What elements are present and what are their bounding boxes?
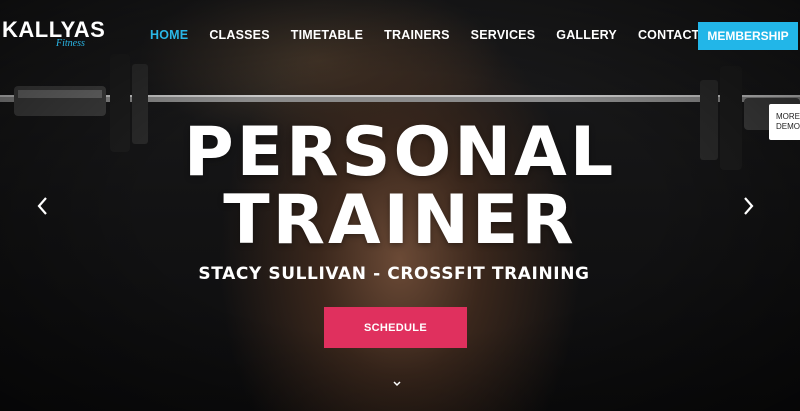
nav-item-gallery[interactable]: GALLERY bbox=[556, 28, 617, 44]
main-nav: HOME CLASSES TIMETABLE TRAINERS SERVICES… bbox=[150, 28, 742, 44]
nav-item-home[interactable]: HOME bbox=[150, 28, 188, 44]
hero-title-line2: TRAINER bbox=[223, 181, 577, 260]
nav-item-classes[interactable]: CLASSES bbox=[209, 28, 269, 44]
scroll-down-button[interactable] bbox=[391, 376, 403, 387]
nav-item-services[interactable]: SERVICES bbox=[471, 28, 536, 44]
chevron-right-icon bbox=[744, 197, 754, 215]
logo-text: KALLYAS bbox=[2, 17, 106, 42]
chevron-down-icon bbox=[393, 381, 401, 387]
nav-item-trainers[interactable]: TRAINERS bbox=[384, 28, 450, 44]
chevron-left-icon bbox=[37, 197, 47, 215]
logo-tagline: Fitness bbox=[56, 38, 85, 49]
schedule-button[interactable]: SCHEDULE bbox=[324, 307, 467, 348]
hero-subtitle: STACY SULLIVAN - CROSSFIT TRAINING bbox=[198, 264, 590, 284]
site-header: KALLYAS Fitness HOME CLASSES TIMETABLE T… bbox=[0, 0, 800, 70]
site-logo[interactable]: KALLYAS Fitness bbox=[2, 17, 112, 57]
nav-item-timetable[interactable]: TIMETABLE bbox=[291, 28, 363, 44]
slider-next-button[interactable] bbox=[740, 194, 756, 218]
membership-button[interactable]: MEMBERSHIP bbox=[698, 22, 798, 50]
slider-prev-button[interactable] bbox=[35, 194, 51, 218]
